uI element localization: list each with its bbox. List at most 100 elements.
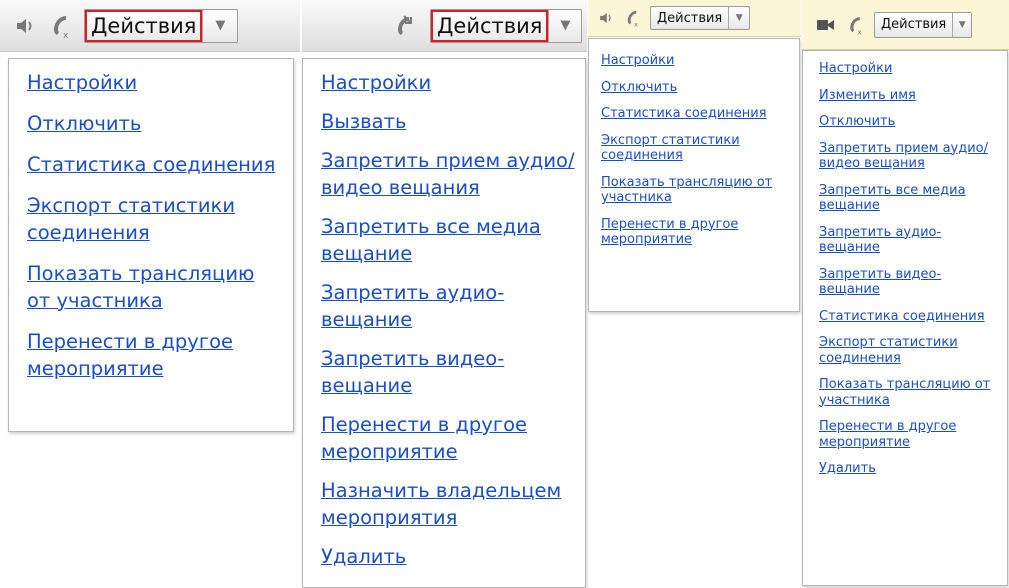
menu-item[interactable]: Показать трансляцию от участника [601, 175, 773, 206]
menu-item-link[interactable]: Назначить владельцем мероприятия [321, 477, 583, 531]
menu-item-link[interactable]: Статистика соединения [27, 151, 282, 178]
menu-item-link[interactable]: Запретить прием аудио/видео вещания [321, 147, 583, 201]
menu-item-link[interactable]: Экспорт статистики соединения [601, 133, 773, 164]
svg-text:x: x [857, 27, 861, 36]
actions-label[interactable]: Действия [875, 13, 952, 37]
phone-hangup-icon[interactable]: x [622, 8, 642, 28]
panel-3: x Действия ▼ Настройки Отключить Статистик… [588, 0, 801, 312]
menu-item[interactable]: Изменить имя [819, 88, 999, 104]
menu-item[interactable]: Перенести в другое мероприятие [819, 419, 999, 450]
menu-item-link[interactable]: Настройки [321, 69, 583, 96]
panel-4: x Действия ▼ Настройки Изменить имя Отключ… [802, 0, 1009, 588]
menu-item-link[interactable]: Настройки [27, 69, 282, 96]
menu-item-link[interactable]: Перенести в другое мероприятие [27, 328, 282, 382]
actions-label[interactable]: Действия [85, 9, 203, 42]
video-camera-icon[interactable] [816, 16, 836, 34]
menu-item[interactable]: Экспорт статистики соединения [819, 335, 999, 366]
phone-hangup-icon[interactable]: x [46, 12, 74, 40]
menu-item[interactable]: Настройки [321, 69, 583, 96]
menu-item[interactable]: Запретить все медиа вещание [321, 213, 583, 267]
menu-item[interactable]: Настройки [601, 53, 773, 69]
menu-item-link[interactable]: Отключить [27, 110, 282, 137]
menu-item-link[interactable]: Запретить аудио-вещание [819, 225, 999, 256]
menu-item[interactable]: Статистика соединения [819, 309, 999, 325]
menu-item-link[interactable]: Статистика соединения [819, 309, 999, 325]
actions-menu: Настройки Отключить Статистика соединения Э… [588, 38, 800, 312]
menu-item[interactable]: Запретить видео-вещание [321, 345, 583, 399]
toolbar: Действия ▼ [302, 0, 587, 52]
menu-item[interactable]: Перенести в другое мероприятие [321, 411, 583, 465]
menu-item[interactable]: Настройки [27, 69, 282, 96]
menu-item-link[interactable]: Отключить [601, 80, 773, 96]
toolbar: x Действия ▼ [0, 0, 300, 52]
chevron-down-icon[interactable]: ▼ [548, 9, 581, 42]
actions-menu: Настройки Вызвать Запретить прием аудио/ви… [302, 58, 586, 588]
phone-hangup-icon[interactable]: x [844, 14, 866, 36]
menu-item[interactable]: Запретить видео-вещание [819, 267, 999, 298]
menu-item[interactable]: Удалить [819, 461, 999, 477]
menu-item-link[interactable]: Статистика соединения [601, 106, 773, 122]
toolbar: x Действия ▼ [802, 0, 1009, 50]
actions-dropdown[interactable]: Действия ▼ [84, 8, 239, 43]
menu-item-link[interactable]: Удалить [819, 461, 999, 477]
svg-text:x: x [63, 31, 69, 40]
toolbar: x Действия ▼ [588, 0, 801, 37]
menu-item-link[interactable]: Показать трансляцию от участника [27, 260, 282, 314]
menu-item[interactable]: Отключить [27, 110, 282, 137]
menu-item[interactable]: Запретить прием аудио/видео вещания [819, 141, 999, 172]
phone-incoming-icon[interactable] [390, 13, 416, 39]
menu-item[interactable]: Назначить владельцем мероприятия [321, 477, 583, 531]
menu-item[interactable]: Вызвать [321, 108, 583, 135]
menu-item[interactable]: Запретить аудио-вещание [321, 279, 583, 333]
menu-item[interactable]: Отключить [601, 80, 773, 96]
menu-item-link[interactable]: Изменить имя [819, 88, 999, 104]
menu-item-link[interactable]: Запретить аудио-вещание [321, 279, 583, 333]
menu-item[interactable]: Перенести в другое мероприятие [601, 217, 773, 248]
menu-item[interactable]: Запретить прием аудио/видео вещания [321, 147, 583, 201]
actions-dropdown[interactable]: Действия ▼ [874, 11, 973, 38]
menu-item[interactable]: Статистика соединения [27, 151, 282, 178]
menu-item-link[interactable]: Перенести в другое мероприятие [819, 419, 999, 450]
speaker-icon[interactable] [14, 15, 36, 37]
actions-menu: Настройки Изменить имя Отключить Запретить … [802, 50, 1008, 586]
actions-dropdown[interactable]: Действия ▼ [430, 8, 583, 43]
menu-item[interactable]: Статистика соединения [601, 106, 773, 122]
menu-item-link[interactable]: Показать трансляцию от участника [819, 377, 999, 408]
menu-item-link[interactable]: Запретить видео-вещание [321, 345, 583, 399]
actions-menu: Настройки Отключить Статистика соединения Э… [8, 58, 294, 432]
menu-item-link[interactable]: Показать трансляцию от участника [601, 175, 773, 206]
chevron-down-icon[interactable]: ▼ [952, 12, 971, 37]
menu-item-link[interactable]: Запретить видео-вещание [819, 267, 999, 298]
chevron-down-icon[interactable]: ▼ [728, 7, 749, 29]
menu-item[interactable]: Показать трансляцию от участника [27, 260, 282, 314]
svg-text:x: x [634, 21, 638, 28]
menu-item-link[interactable]: Настройки [601, 53, 773, 69]
menu-item-link[interactable]: Перенести в другое мероприятие [321, 411, 583, 465]
menu-item-link[interactable]: Запретить все медиа вещание [819, 183, 999, 214]
menu-item[interactable]: Экспорт статистики соединения [601, 133, 773, 164]
menu-item[interactable]: Экспорт статистики соединения [27, 192, 282, 246]
menu-item[interactable]: Запретить все медиа вещание [819, 183, 999, 214]
menu-item-link[interactable]: Перенести в другое мероприятие [601, 217, 773, 248]
menu-item-link[interactable]: Отключить [819, 114, 999, 130]
menu-item[interactable]: Запретить аудио-вещание [819, 225, 999, 256]
panel-2: Действия ▼ Настройки Вызвать Запретить при… [302, 0, 587, 588]
menu-item[interactable]: Показать трансляцию от участника [819, 377, 999, 408]
menu-item-link[interactable]: Экспорт статистики соединения [819, 335, 999, 366]
menu-item-link[interactable]: Настройки [819, 61, 999, 77]
panel-1: x Действия ▼ Настройки Отключить Статистик… [0, 0, 300, 440]
chevron-down-icon[interactable]: ▼ [202, 9, 237, 42]
menu-item-link[interactable]: Экспорт статистики соединения [27, 192, 282, 246]
menu-item[interactable]: Отключить [819, 114, 999, 130]
menu-item[interactable]: Удалить [321, 543, 583, 570]
menu-item-link[interactable]: Удалить [321, 543, 583, 570]
menu-item-link[interactable]: Запретить все медиа вещание [321, 213, 583, 267]
menu-item-link[interactable]: Запретить прием аудио/видео вещания [819, 141, 999, 172]
menu-item[interactable]: Перенести в другое мероприятие [27, 328, 282, 382]
actions-label[interactable]: Действия [431, 9, 549, 42]
menu-item-link[interactable]: Вызвать [321, 108, 583, 135]
actions-dropdown[interactable]: Действия ▼ [650, 6, 751, 30]
menu-item[interactable]: Настройки [819, 61, 999, 77]
actions-label[interactable]: Действия [651, 7, 728, 29]
speaker-icon[interactable] [598, 10, 614, 26]
